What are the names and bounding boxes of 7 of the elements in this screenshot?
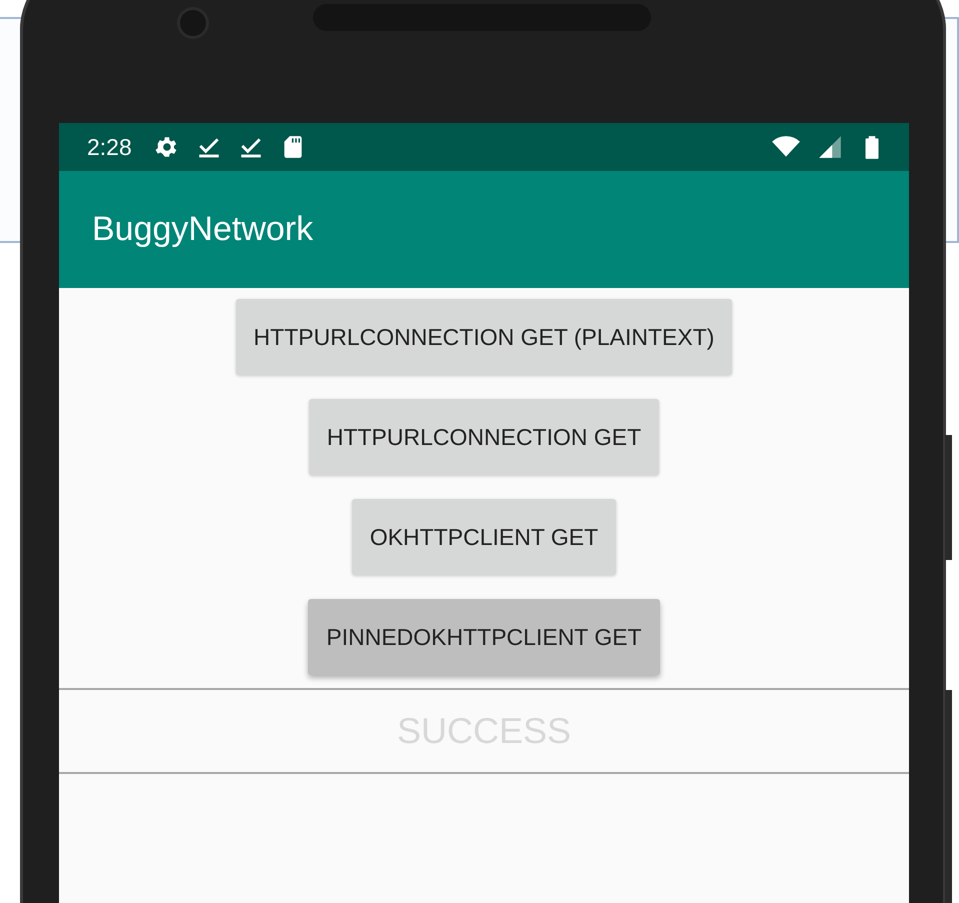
app-title: BuggyNetwork: [92, 210, 314, 249]
status-time: 2:28: [87, 134, 132, 160]
request-button[interactable]: HTTPURLCONNECTION GET: [308, 399, 660, 475]
signal-icon: [817, 134, 843, 160]
request-button[interactable]: HTTPURLCONNECTION GET (PLAINTEXT): [236, 299, 732, 375]
request-button[interactable]: OKHTTPCLIENT GET: [352, 499, 616, 575]
request-button[interactable]: PINNEDOKHTTPCLIENT GET: [308, 599, 660, 675]
